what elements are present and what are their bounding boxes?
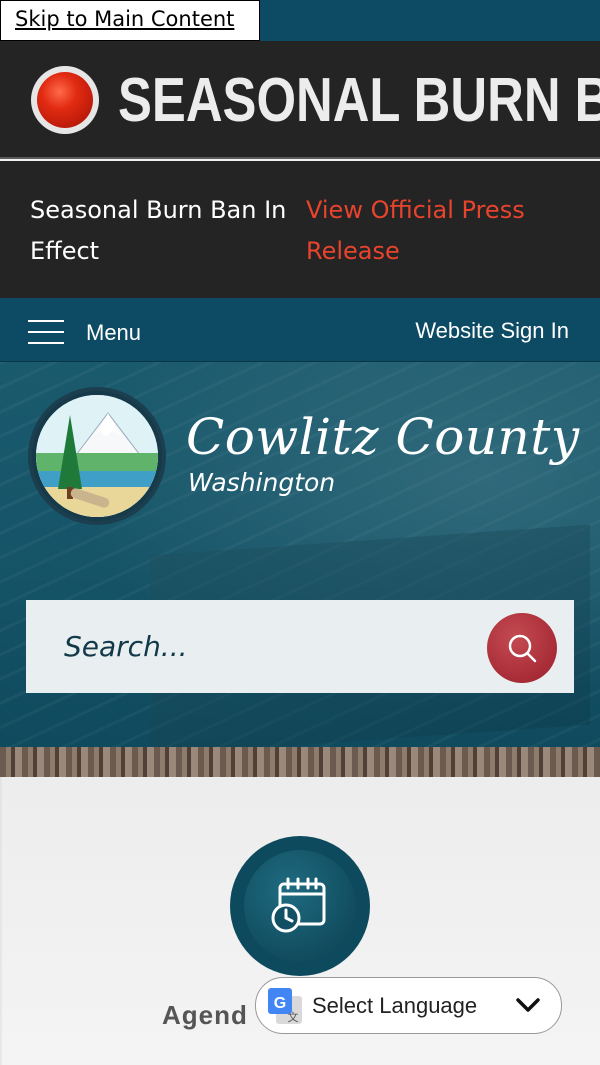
svg-text:文: 文 <box>288 1010 299 1024</box>
select-language-label: Select Language <box>312 993 478 1018</box>
agenda-label[interactable]: Agend <box>162 1000 248 1031</box>
alert-indicator-icon <box>31 66 99 134</box>
search-button[interactable] <box>487 613 557 683</box>
calendar-clock-icon <box>268 876 332 936</box>
menu-button[interactable]: Menu <box>86 320 141 346</box>
press-release-link[interactable]: View Official Press Release <box>306 190 576 272</box>
svg-text:G: G <box>274 995 286 1012</box>
website-sign-in-link[interactable]: Website Sign In <box>415 318 569 344</box>
fence-photo-strip <box>0 747 600 777</box>
burn-ban-alert-banner: SEASONAL BURN BAN <box>0 41 600 159</box>
chevron-down-icon <box>514 994 542 1016</box>
county-name[interactable]: Cowlitz County <box>186 408 580 466</box>
alert-message: Seasonal Burn Ban In Effect <box>30 196 287 265</box>
skip-to-main-content-link[interactable]: Skip to Main Content <box>0 0 260 41</box>
state-name: Washington <box>188 468 336 497</box>
google-translate-icon: G 文 <box>266 986 304 1026</box>
alert-title: SEASONAL BURN BAN <box>118 66 600 135</box>
search-icon <box>508 634 537 663</box>
county-logo[interactable] <box>28 387 166 525</box>
search-input[interactable] <box>26 600 486 693</box>
menu-icon[interactable] <box>28 320 64 344</box>
county-seal-icon <box>36 395 158 517</box>
